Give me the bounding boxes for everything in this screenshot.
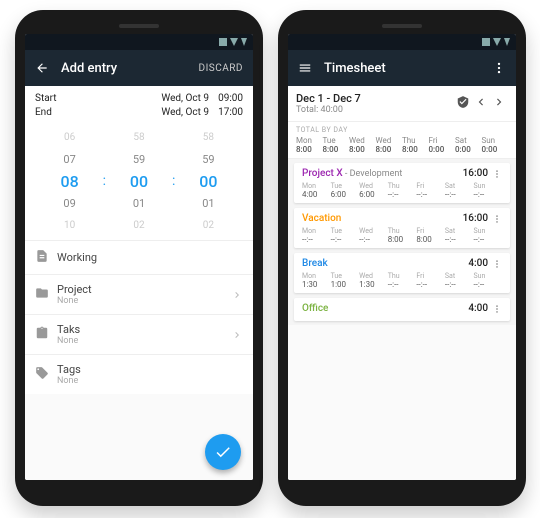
next-icon[interactable]: [490, 95, 508, 112]
clipboard-icon: [35, 326, 57, 343]
project-total: 16:00: [463, 168, 488, 179]
day-label: Wed: [349, 136, 376, 145]
start-end-rows: Start Wed, Oct 9 09:00 End Wed, Oct 9 17…: [25, 86, 253, 126]
battery-icon: [504, 38, 510, 46]
day-value: 8:00: [402, 145, 429, 154]
project-name: Project X - Development: [302, 168, 463, 179]
start-time[interactable]: 09:00: [209, 92, 243, 106]
back-icon[interactable]: [35, 61, 49, 75]
app-title: Add entry: [61, 61, 199, 76]
phone-timesheet: Timesheet Dec 1 - Dec 7 Total: 40:00 TOT…: [278, 10, 526, 506]
project-total: 4:00: [468, 258, 488, 269]
project-card[interactable]: Project X - Development16:00Mon4:00Tue6:…: [294, 163, 510, 203]
project-total: 4:00: [468, 303, 488, 314]
wifi-icon: [493, 38, 501, 46]
section-total-by-day: TOTAL BY DAY: [288, 122, 516, 136]
project-name: Break: [302, 258, 468, 269]
tags-row[interactable]: TagsNone: [25, 354, 253, 394]
app-bar: Timesheet: [288, 50, 516, 86]
day-label: Thu: [402, 136, 429, 145]
more-icon[interactable]: [492, 61, 506, 75]
confirm-fab[interactable]: [205, 434, 241, 470]
chevron-right-icon: [231, 329, 243, 341]
menu-icon[interactable]: [298, 61, 312, 75]
signal-icon: [219, 38, 227, 46]
day-value: 0:00: [455, 145, 482, 154]
day-value: 8:00: [376, 145, 403, 154]
working-row[interactable]: Working: [25, 241, 253, 274]
project-total: 16:00: [463, 213, 488, 224]
status-bar: [25, 34, 253, 50]
project-card[interactable]: Office4:00: [294, 298, 510, 321]
range-header: Dec 1 - Dec 7 Total: 40:00: [288, 86, 516, 122]
project-row[interactable]: ProjectNone: [25, 274, 253, 314]
signal-icon: [482, 38, 490, 46]
battery-icon: [241, 38, 247, 46]
verified-icon[interactable]: [454, 95, 472, 112]
total-hours: Total: 40:00: [296, 105, 454, 115]
more-icon[interactable]: [492, 214, 502, 224]
tag-icon: [35, 366, 57, 383]
day-value: 0:00: [429, 145, 456, 154]
more-icon[interactable]: [492, 259, 502, 269]
more-icon[interactable]: [492, 304, 502, 314]
end-time[interactable]: 17:00: [209, 106, 243, 120]
phone-add-entry: Add entry DISCARD Start Wed, Oct 9 09:00…: [15, 10, 263, 506]
day-value: 8:00: [323, 145, 350, 154]
day-label: Wed: [376, 136, 403, 145]
more-icon[interactable]: [492, 169, 502, 179]
wifi-icon: [230, 38, 238, 46]
app-bar: Add entry DISCARD: [25, 50, 253, 86]
folder-icon: [35, 286, 57, 303]
end-label: End: [35, 106, 139, 120]
start-label: Start: [35, 92, 139, 106]
time-picker[interactable]: 06:58:58 07:59:59 08:00:00 09:01:01 10:0…: [25, 126, 253, 241]
day-label: Fri: [429, 136, 456, 145]
day-label: Sun: [482, 136, 509, 145]
day-value: 0:00: [482, 145, 509, 154]
day-label: Mon: [296, 136, 323, 145]
chevron-right-icon: [231, 289, 243, 301]
project-card[interactable]: Break4:00Mon1:30Tue1:00Wed1:30Thu--:--Fr…: [294, 253, 510, 293]
project-name: Office: [302, 303, 468, 314]
day-label: Tue: [323, 136, 350, 145]
date-range[interactable]: Dec 1 - Dec 7: [296, 92, 454, 105]
document-icon: [35, 249, 57, 266]
discard-button[interactable]: DISCARD: [199, 63, 243, 74]
day-totals: Mon8:00Tue8:00Wed8:00Wed8:00Thu8:00Fri0:…: [288, 136, 516, 159]
end-date[interactable]: Wed, Oct 9: [139, 106, 209, 120]
day-label: Sat: [455, 136, 482, 145]
app-title: Timesheet: [324, 61, 492, 76]
task-row[interactable]: TaksNone: [25, 314, 253, 354]
day-value: 8:00: [349, 145, 376, 154]
check-icon: [214, 443, 232, 461]
prev-icon[interactable]: [472, 95, 490, 112]
day-value: 8:00: [296, 145, 323, 154]
status-bar: [288, 34, 516, 50]
start-date[interactable]: Wed, Oct 9: [139, 92, 209, 106]
project-card[interactable]: Vacation16:00Mon--:--Tue--:--Wed--:--Thu…: [294, 208, 510, 248]
project-name: Vacation: [302, 213, 463, 224]
